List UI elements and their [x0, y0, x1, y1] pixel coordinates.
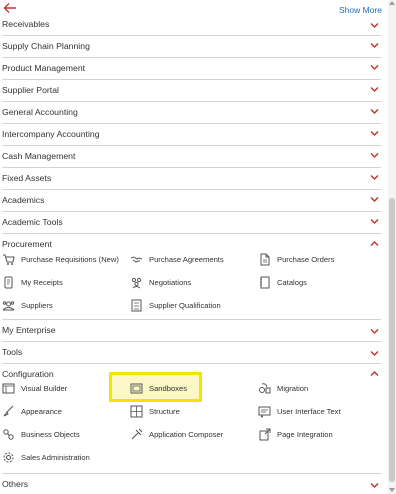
chevron-down-icon: [370, 130, 379, 137]
ui-text-icon: [258, 406, 271, 418]
scrollbar-thumb[interactable]: [389, 198, 395, 482]
category-label: Cash Management: [2, 151, 76, 161]
category-product-management[interactable]: Product Management: [2, 58, 381, 80]
task-label: Negotiations: [149, 278, 192, 287]
category-label: General Accounting: [2, 107, 78, 117]
category-label: Academics: [2, 195, 45, 205]
category-label: Supplier Portal: [2, 85, 59, 95]
task-label: Purchase Agreements: [149, 255, 224, 264]
category-label: Configuration: [2, 369, 54, 379]
people-group-icon: [131, 277, 142, 289]
category-general-accounting[interactable]: General Accounting: [2, 102, 381, 124]
task-label: Catalogs: [277, 278, 307, 287]
structure-icon: [130, 405, 143, 418]
task-label: My Receipts: [21, 278, 63, 287]
category-supply-chain-planning[interactable]: Supply Chain Planning: [2, 36, 381, 58]
task-label: Structure: [149, 407, 180, 416]
category-intercompany-accounting[interactable]: Intercompany Accounting: [2, 124, 381, 146]
receipt-icon: [4, 276, 13, 289]
category-label: Supply Chain Planning: [2, 41, 90, 51]
chevron-down-icon: [370, 482, 379, 489]
chevron-down-icon: [370, 152, 379, 159]
page-integration-icon: [259, 428, 271, 441]
tools-icon: [131, 428, 143, 440]
category-label: Procurement: [2, 239, 52, 249]
category-label: Fixed Assets: [2, 173, 52, 183]
chevron-down-icon: [370, 64, 379, 71]
brush-icon: [3, 405, 14, 417]
category-academic-tools[interactable]: Academic Tools: [2, 212, 381, 234]
visual-builder-icon: [2, 383, 15, 394]
scroll-down-arrow-icon[interactable]: [389, 488, 395, 492]
category-label: Receivables: [2, 19, 50, 29]
gear-icon: [3, 452, 14, 463]
chevron-up-icon: [370, 240, 379, 247]
task-label: Purchase Orders: [277, 255, 335, 264]
task-label: Sandboxes: [149, 384, 187, 393]
category-procurement-header[interactable]: Procurement: [2, 234, 381, 252]
task-label: User Interface Text: [277, 407, 341, 416]
chevron-down-icon: [370, 218, 379, 225]
cart-icon: [3, 254, 15, 265]
category-label: Product Management: [2, 63, 86, 73]
task-label: Supplier Qualification: [149, 301, 221, 310]
chevron-down-icon: [370, 86, 379, 93]
handshake-icon: [130, 256, 143, 263]
category-cash-management[interactable]: Cash Management: [2, 146, 381, 168]
chevron-down-icon: [370, 42, 379, 49]
task-label: Appearance: [21, 407, 62, 416]
scroll-up-arrow-icon[interactable]: [389, 1, 395, 5]
task-label: Suppliers: [21, 301, 53, 310]
task-label: Page Integration: [277, 430, 333, 439]
chevron-up-icon: [370, 370, 379, 377]
catalog-icon: [260, 276, 270, 289]
category-my-enterprise[interactable]: My Enterprise: [2, 320, 381, 342]
category-others[interactable]: Others: [2, 474, 381, 494]
checklist-icon: [131, 299, 142, 312]
category-label: My Enterprise: [2, 325, 56, 335]
back-arrow-icon[interactable]: [3, 2, 17, 14]
chevron-down-icon: [370, 350, 379, 357]
business-objects-icon: [3, 429, 14, 440]
chevron-down-icon: [370, 108, 379, 115]
category-academics[interactable]: Academics: [2, 190, 381, 212]
category-fixed-assets[interactable]: Fixed Assets: [2, 168, 381, 190]
chevron-down-icon: [370, 22, 379, 29]
supplier-icon: [2, 301, 15, 311]
category-label: Others: [2, 479, 29, 489]
document-icon: [260, 253, 270, 266]
sandbox-icon: [130, 383, 143, 394]
category-label: Tools: [2, 347, 23, 357]
chevron-down-icon: [370, 196, 379, 203]
task-label: Migration: [277, 384, 309, 393]
task-label: Purchase Requisitions (New): [21, 255, 119, 264]
chevron-down-icon: [370, 174, 379, 181]
category-label: Intercompany Accounting: [2, 129, 100, 139]
migration-icon: [259, 383, 271, 394]
task-label: Sales Administration: [21, 453, 90, 462]
task-label: Application Composer: [149, 430, 224, 439]
category-tools[interactable]: Tools: [2, 342, 381, 364]
category-label: Academic Tools: [2, 217, 63, 227]
category-supplier-portal[interactable]: Supplier Portal: [2, 80, 381, 102]
task-label: Business Objects: [21, 430, 80, 439]
category-receivables[interactable]: Receivables: [2, 14, 381, 36]
task-label: Visual Builder: [21, 384, 68, 393]
chevron-down-icon: [370, 328, 379, 335]
